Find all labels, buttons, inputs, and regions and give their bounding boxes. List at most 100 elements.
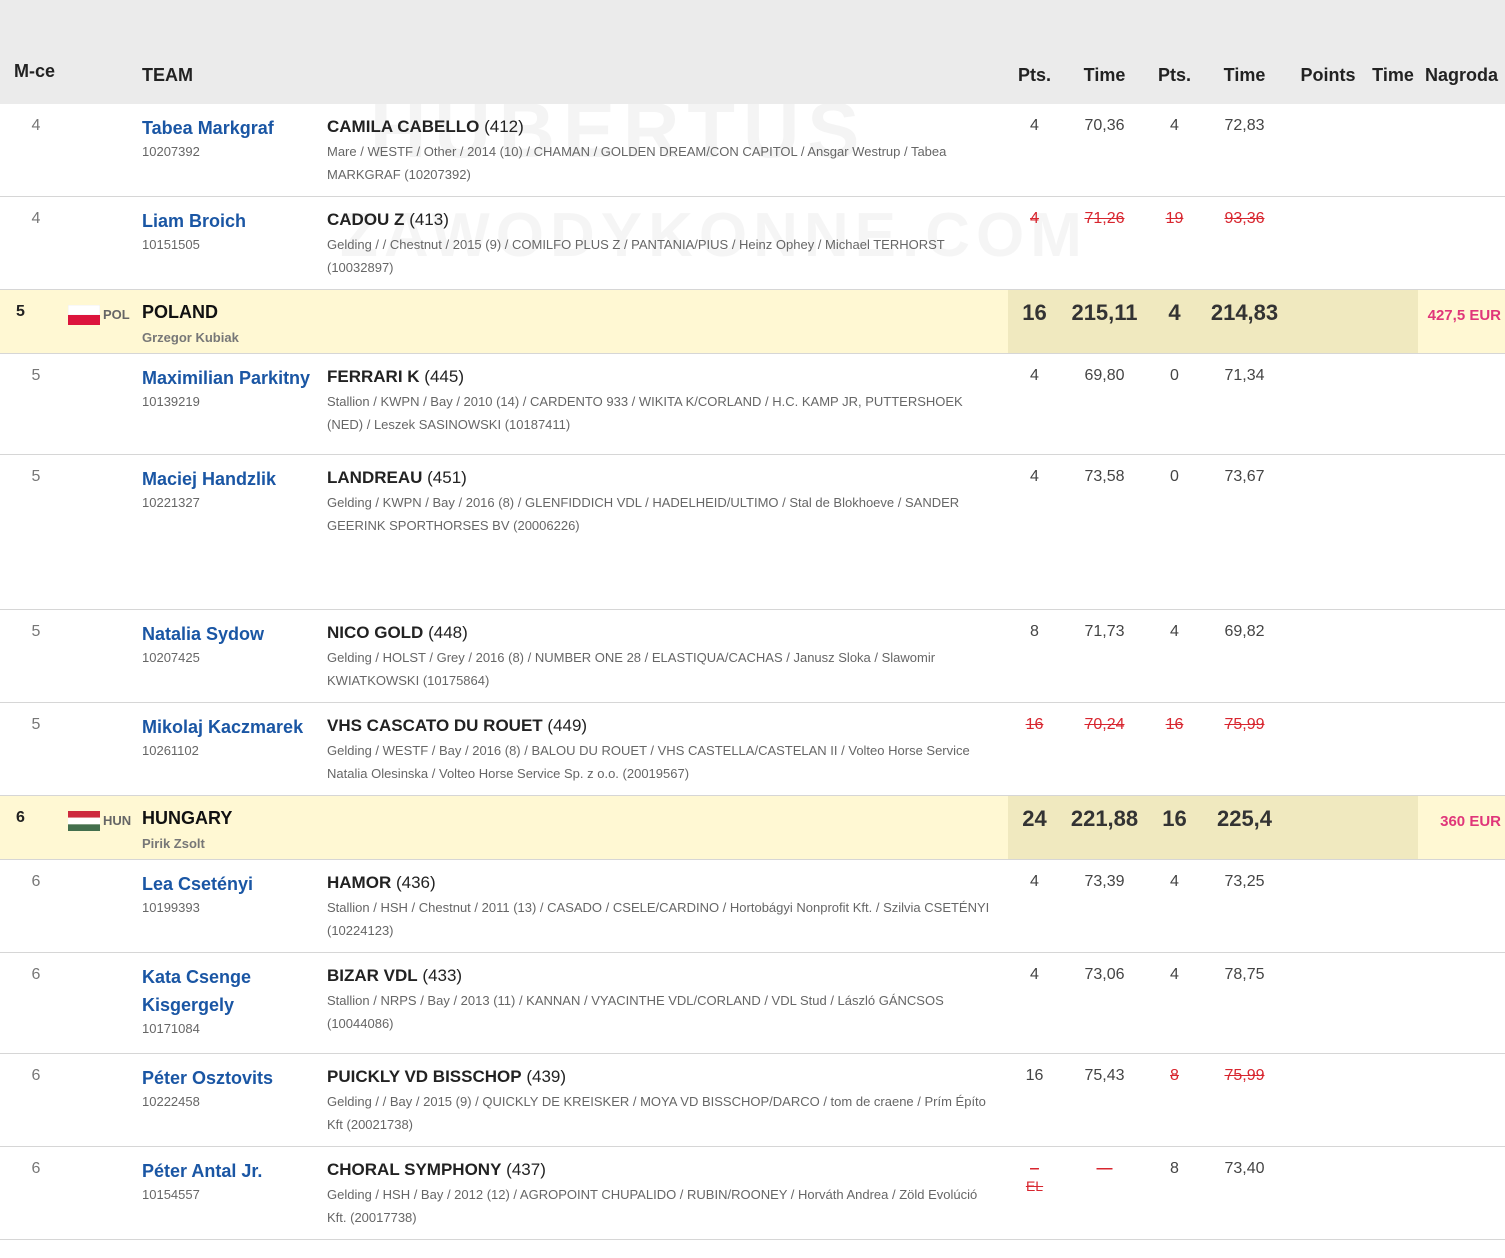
rider-link[interactable]: Maximilian Parkitny xyxy=(142,354,327,392)
pts-round2: 4 xyxy=(1170,117,1179,134)
header-place: M-ce xyxy=(14,61,56,81)
results-table: M-ce TEAM Pts. Time Pts. Time Points Tim… xyxy=(0,0,1505,1240)
team-prize: 360 EUR xyxy=(1440,813,1501,830)
horse-number: (448) xyxy=(428,623,468,642)
time-round2: 73,40 xyxy=(1224,1160,1265,1177)
team-name: HUNGARY xyxy=(142,808,233,828)
team-time-round2: 225,4 xyxy=(1216,806,1273,831)
header-prize: Nagroda xyxy=(1424,65,1498,85)
time-round1-dropped: 70,24 xyxy=(1084,716,1125,733)
horse-description: Stallion / NRPS / Bay / 2013 (11) / KANN… xyxy=(327,993,944,1031)
rider-fei-id: 10151505 xyxy=(142,237,200,252)
pts-round1-dropped: 16 xyxy=(1025,716,1044,733)
rider-place: 4 xyxy=(31,117,41,134)
pts-round1-eliminated: – EL xyxy=(1008,1147,1061,1194)
table-row: 5 Maximilian Parkitny 10139219 FERRARI K … xyxy=(0,353,1505,455)
rider-fei-id: 10261102 xyxy=(142,743,199,758)
horse-number: (439) xyxy=(526,1067,567,1086)
rider-link[interactable]: Maciej Handzlik xyxy=(142,455,327,493)
time-round2: 73,25 xyxy=(1224,873,1265,890)
horse-description: Stallion / KWPN / Bay / 2010 (14) / CARD… xyxy=(327,394,963,432)
time-round1: 73,06 xyxy=(1084,966,1125,983)
time-round2: 71,34 xyxy=(1224,367,1265,384)
header-team: TEAM xyxy=(142,65,193,85)
rider-place: 6 xyxy=(31,1067,41,1084)
rider-fei-id: 10207425 xyxy=(142,650,200,665)
time-round1: 73,58 xyxy=(1084,468,1125,485)
rider-link[interactable]: Péter Osztovits xyxy=(142,1054,327,1092)
time-round1: 69,80 xyxy=(1084,367,1125,384)
horse-number: (445) xyxy=(424,367,464,386)
horse-number: (449) xyxy=(547,716,588,735)
team-place: 5 xyxy=(16,303,25,320)
rider-fei-id: 10222458 xyxy=(142,1094,200,1109)
header-points: Points xyxy=(1300,65,1356,85)
table-row: 6 Péter Antal Jr. 10154557 CHORAL SYMPHON… xyxy=(0,1146,1505,1240)
table-row: 5 Maciej Handzlik 10221327 LANDREAU (451)… xyxy=(0,454,1505,610)
horse-name: VHS CASCATO DU ROUET xyxy=(327,716,543,735)
header-pts-round2: Pts. xyxy=(1157,65,1191,85)
hungary-flag-icon xyxy=(68,811,100,831)
pts-round1: 4 xyxy=(1030,966,1039,983)
team-name: POLAND xyxy=(142,302,218,322)
pts-round2-dropped: 19 xyxy=(1165,210,1184,227)
rider-fei-id: 10199393 xyxy=(142,900,200,915)
horse-name: PUICKLY VD BISSCHOP xyxy=(327,1067,522,1086)
time-round2: 73,67 xyxy=(1224,468,1265,485)
rider-place: 6 xyxy=(31,966,41,983)
horse-number: (436) xyxy=(395,873,436,892)
horse-description: Gelding / HSH / Bay / 2012 (12) / AGROPO… xyxy=(327,1187,978,1225)
pts-round1: 4 xyxy=(1030,117,1039,134)
horse-description: Mare / WESTF / Other / 2014 (10) / CHAMA… xyxy=(327,144,947,182)
rider-link[interactable]: Liam Broich xyxy=(142,197,327,235)
header-time-round2: Time xyxy=(1223,65,1266,85)
time-round2-dropped: 93,36 xyxy=(1224,210,1265,227)
pts-round2-dropped: 16 xyxy=(1165,716,1184,733)
rider-place: 5 xyxy=(31,468,41,485)
team-place: 6 xyxy=(16,809,25,826)
rider-link[interactable]: Natalia Sydow xyxy=(142,610,327,648)
rider-place: 5 xyxy=(31,367,41,384)
table-row: 5 Natalia Sydow 10207425 NICO GOLD (448) G… xyxy=(0,609,1505,703)
team-row-poland: 5 POL POLAND Grzegor Kubiak 16 215,11 4 2… xyxy=(0,289,1505,354)
rider-link[interactable]: Lea Csetényi xyxy=(142,860,327,898)
rider-link[interactable]: Péter Antal Jr. xyxy=(142,1147,327,1185)
header-flag xyxy=(62,0,142,104)
pts-round2: 0 xyxy=(1170,468,1179,485)
rider-link[interactable]: Tabea Markgraf xyxy=(142,104,327,142)
pts-round2: 8 xyxy=(1170,1160,1179,1177)
table-row: 4 Tabea Markgraf 10207392 CAMILA CABELLO … xyxy=(0,104,1505,197)
horse-description: Gelding / HOLST / Grey / 2016 (8) / NUMB… xyxy=(327,650,936,688)
header-pts-round1: Pts. xyxy=(1017,65,1051,85)
team-pts-round2: 4 xyxy=(1168,300,1181,325)
rider-place: 4 xyxy=(31,210,41,227)
horse-number: (413) xyxy=(409,210,449,229)
rider-fei-id: 10154557 xyxy=(142,1187,200,1202)
header-time-final: Time xyxy=(1372,65,1414,85)
horse-name: CAMILA CABELLO xyxy=(327,117,480,136)
team-row-hungary: 6 HUN HUNGARY Pirik Zsolt 24 221,88 16 22… xyxy=(0,795,1505,860)
team-pts-round1: 24 xyxy=(1022,806,1047,831)
rider-place: 5 xyxy=(31,716,41,733)
pts-round1-dash: – xyxy=(1030,1160,1039,1177)
time-round2-dropped: 75,99 xyxy=(1224,1067,1265,1084)
pts-round2: 0 xyxy=(1170,367,1179,384)
chef-d-equipe: Grzegor Kubiak xyxy=(142,330,239,345)
rider-link[interactable]: Kata Csenge Kisgergely xyxy=(142,953,327,1019)
team-pts-round1: 16 xyxy=(1022,300,1047,325)
pts-round2: 4 xyxy=(1170,966,1179,983)
pts-round2-dropped: 8 xyxy=(1170,1067,1179,1084)
horse-description: Gelding / / Bay / 2015 (9) / QUICKLY DE … xyxy=(327,1094,986,1132)
time-round1-dropped: 71,26 xyxy=(1084,210,1125,227)
time-round1: 75,43 xyxy=(1084,1067,1125,1084)
time-round2: 69,82 xyxy=(1224,623,1265,640)
time-round1-eliminated: — xyxy=(1096,1160,1113,1177)
horse-number: (412) xyxy=(484,117,524,136)
chef-d-equipe: Pirik Zsolt xyxy=(142,836,205,851)
rider-place: 6 xyxy=(31,873,41,890)
rider-fei-id: 10221327 xyxy=(142,495,200,510)
horse-name: FERRARI K xyxy=(327,367,420,386)
rider-place: 5 xyxy=(31,623,41,640)
pts-round1: 4 xyxy=(1030,468,1039,485)
rider-link[interactable]: Mikolaj Kaczmarek xyxy=(142,703,327,741)
